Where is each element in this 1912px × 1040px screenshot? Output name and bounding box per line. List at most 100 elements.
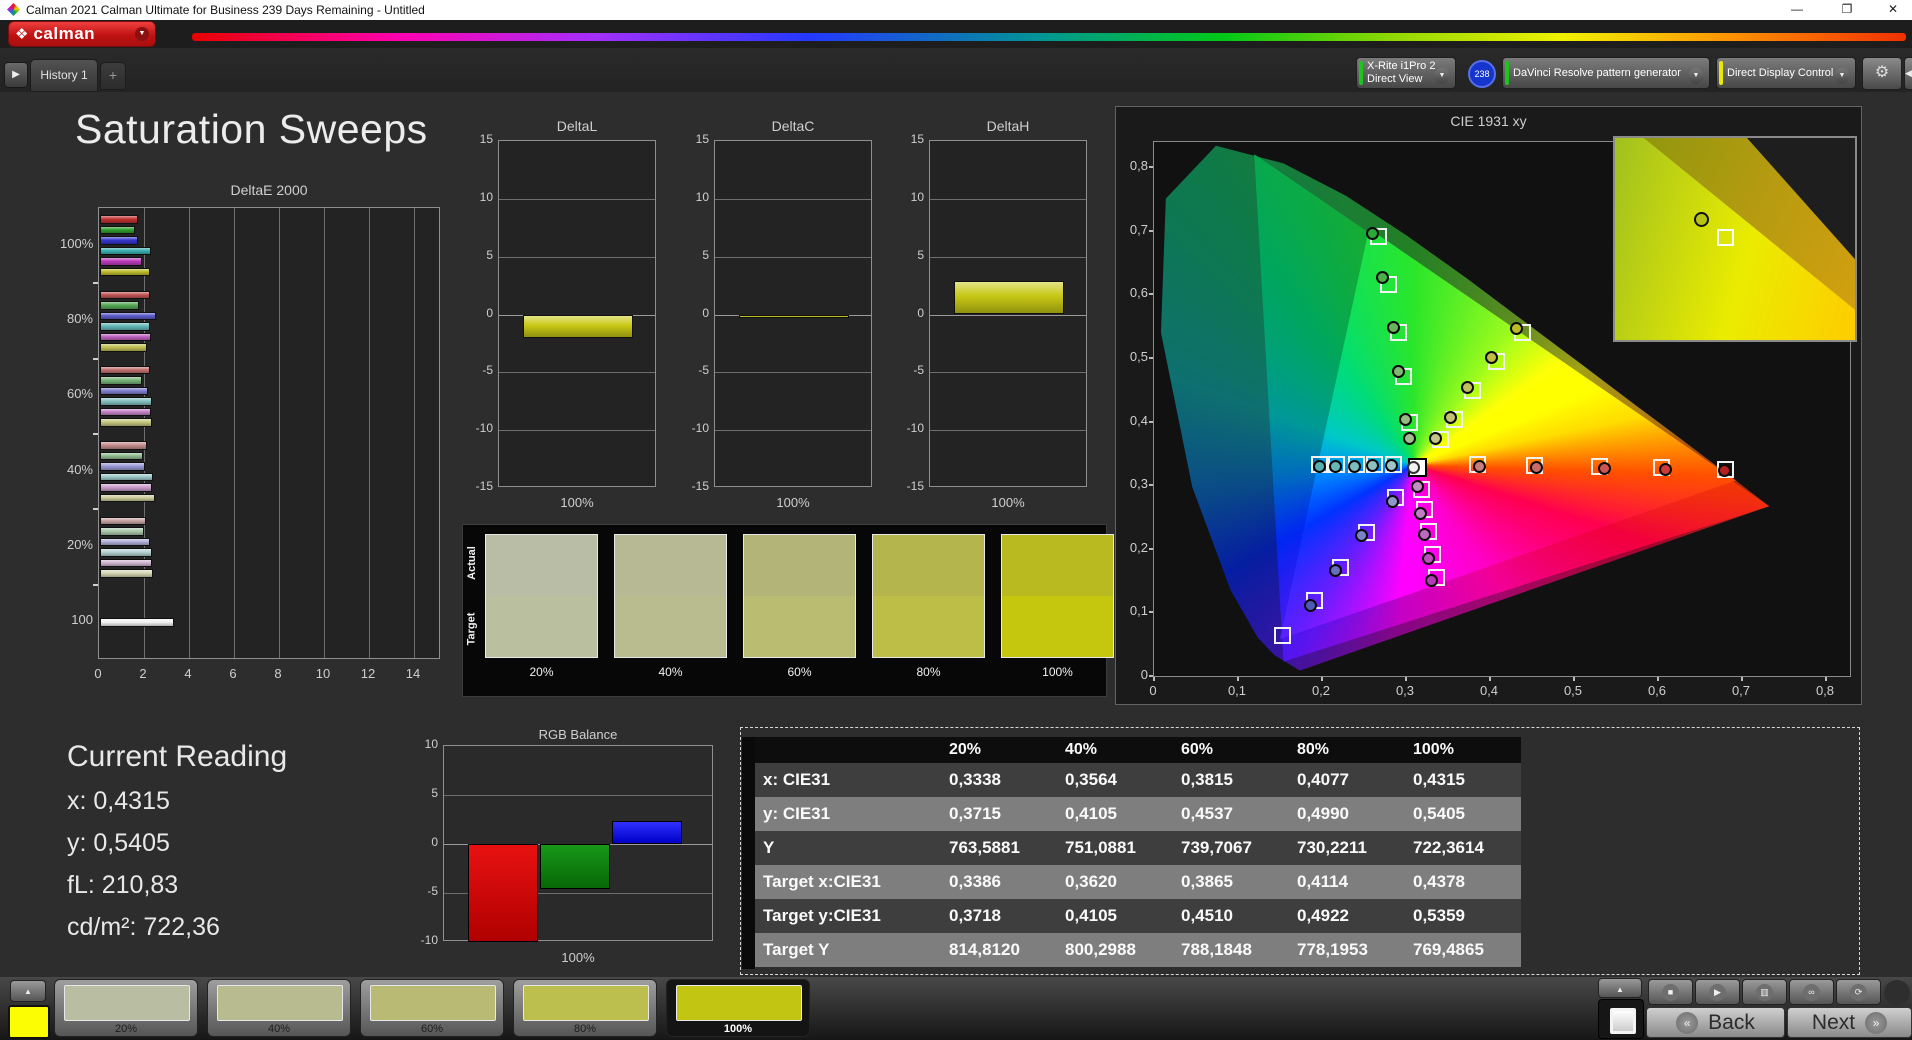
tab-history-1[interactable]: History 1 (30, 59, 98, 92)
restore-button[interactable]: ❐ (1832, 1, 1862, 18)
table-cell: 814,8120 (941, 933, 1057, 967)
close-button[interactable]: ✕ (1878, 1, 1908, 18)
group-label: 60% (60, 386, 93, 401)
deltae-bar (100, 312, 156, 321)
app-header: ❖ calman ▼ (0, 20, 1912, 48)
y-tick-label: 0 (415, 835, 438, 849)
x-cat-label: 100% (443, 950, 713, 965)
compare-swatch (485, 534, 598, 658)
pattern-level-60%[interactable]: 60% (360, 979, 504, 1037)
display-control-button[interactable]: Direct Display Control ▼ (1716, 57, 1856, 89)
deltah-chart: DeltaH151050-5-10-15100% (899, 112, 1089, 532)
rainbow-accent-strip (192, 33, 1906, 41)
pattern-icon: ▥ (1756, 984, 1773, 1001)
infinity-button[interactable]: ∞ (1789, 979, 1834, 1005)
table-cell: 0,4510 (1173, 899, 1289, 933)
cie-x-tick: 0 (1133, 683, 1173, 698)
target-swatch (744, 596, 855, 657)
play-button[interactable]: ▶ (1695, 979, 1740, 1005)
x-tick-mark (1741, 677, 1743, 681)
table-cell: 0,3338 (941, 763, 1057, 797)
table-row[interactable]: Y763,5881751,0881739,7067730,2211722,361… (755, 831, 1521, 865)
tab-scroll-button[interactable]: ▶ (4, 62, 28, 88)
cie-y-tick: 0,7 (1120, 222, 1148, 237)
compare-swatch (743, 534, 856, 658)
x-tick-label: 10 (311, 666, 335, 681)
cie-white-measured (1407, 461, 1420, 474)
table-left-strip (742, 737, 755, 969)
meter-reading-badge[interactable]: 238 (1468, 60, 1496, 88)
column-header: 100% (1405, 737, 1521, 763)
table-cell: 0,3386 (941, 865, 1057, 899)
current-reading-panel: Current Reading x: 0,4315 y: 0,5405 fL: … (67, 740, 287, 942)
gridline (715, 372, 871, 373)
y-tick-label: -5 (684, 363, 709, 377)
swatch-level-label: 100% (1001, 665, 1114, 679)
x-tick-mark (1657, 677, 1659, 681)
page-title: Saturation Sweeps (75, 106, 428, 153)
table-row[interactable]: Target x:CIE310,33860,36200,38650,41140,… (755, 865, 1521, 899)
swatch-level-label: 80% (872, 665, 985, 679)
pattern-level-100%[interactable]: 100% (666, 979, 810, 1037)
add-tab-button[interactable]: + (100, 62, 126, 90)
column-header: 20% (941, 737, 1057, 763)
gridline (715, 257, 871, 258)
calman-menu-button[interactable]: ❖ calman ▼ (8, 21, 156, 47)
deltae-bar (100, 517, 146, 526)
deltaH-plot (929, 140, 1087, 487)
current-pattern-swatch[interactable] (8, 1005, 50, 1039)
y-tick-label: 5 (468, 248, 493, 262)
meter-device-button[interactable]: X-Rite i1Pro 2Direct View ▼ (1356, 57, 1456, 89)
record-indicator (1884, 980, 1910, 1005)
pattern-window-button[interactable] (1598, 999, 1644, 1039)
rgb-balance-title: RGB Balance (443, 727, 713, 742)
pattern-status-stripe (1505, 61, 1509, 85)
window-titlebar: Calman 2021 Calman Ultimate for Business… (0, 0, 1912, 20)
stop-button[interactable]: ■ (1648, 979, 1693, 1005)
pattern-toolbar: ▲ 20%40%60% 80% 100% ▲ ■▶ ▥ ∞⟳ « Back Next » (0, 977, 1912, 1040)
toolbar-expand-button[interactable]: ▲ (1598, 978, 1642, 998)
pattern-level-80%[interactable]: 80% (513, 979, 657, 1037)
gridline (499, 430, 655, 431)
workspace: Saturation Sweeps DeltaE 200002468101214… (0, 92, 1912, 977)
y-tick-label: 5 (684, 248, 709, 262)
x-tick-mark (1153, 677, 1155, 681)
calman-logo-text: calman (33, 24, 95, 44)
pattern-level-20%[interactable]: 20% (54, 979, 198, 1037)
level-label: 80% (514, 1023, 656, 1035)
table-row[interactable]: y: CIE310,37150,41050,45370,49900,5405 (755, 797, 1521, 831)
pattern-level-40%[interactable]: 40% (207, 979, 351, 1037)
table-cell: 0,3620 (1057, 865, 1173, 899)
x-tick-mark (1489, 677, 1491, 681)
deltaL-title: DeltaL (498, 118, 656, 134)
deltae-bar (100, 538, 150, 547)
level-swatch (64, 985, 190, 1021)
swatch-expand-button[interactable]: ▲ (10, 980, 46, 1002)
back-button[interactable]: « Back (1646, 1007, 1785, 1038)
y-tick-mark (93, 282, 98, 284)
x-tick-label: 2 (131, 666, 155, 681)
actual-swatch (615, 535, 726, 596)
cie-y-tick: 0,3 (1120, 476, 1148, 491)
up-arrow-icon: ▲ (24, 987, 32, 996)
table-row[interactable]: x: CIE310,33380,35640,38150,40770,4315 (755, 763, 1521, 797)
pattern-generator-button[interactable]: DaVinci Resolve pattern generator ▼ (1502, 57, 1710, 89)
level-swatch (523, 985, 649, 1021)
table-cell: 739,7067 (1173, 831, 1289, 865)
cie-x-tick: 0,5 (1553, 683, 1593, 698)
minimize-button[interactable]: — (1782, 1, 1812, 18)
refresh-button[interactable]: ⟳ (1836, 979, 1881, 1005)
rgb-bar-red (468, 844, 538, 942)
table-row[interactable]: Target Y814,8120800,2988788,1848778,1953… (755, 933, 1521, 967)
gridline (499, 257, 655, 258)
table-row[interactable]: Target y:CIE310,37180,41050,45100,49220,… (755, 899, 1521, 933)
pattern-button[interactable]: ▥ (1742, 979, 1787, 1005)
cie-measured-point (1444, 411, 1457, 424)
gridline (930, 430, 1086, 431)
cie-measured-point (1366, 459, 1379, 472)
next-button[interactable]: Next » (1787, 1007, 1912, 1038)
cie-measured-point (1403, 432, 1416, 445)
collapse-panel-button[interactable]: ◀ (1904, 57, 1912, 90)
y-tick-label: -5 (415, 884, 438, 898)
settings-gear-button[interactable]: ⚙ (1862, 57, 1902, 90)
